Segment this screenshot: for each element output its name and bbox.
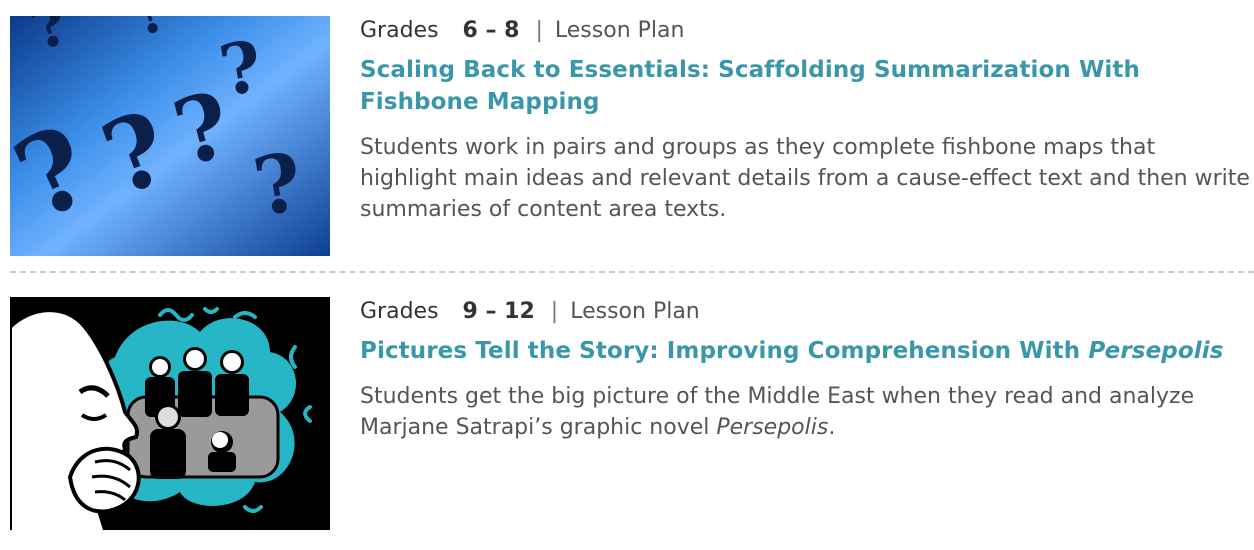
lesson-title-text: Pictures Tell the Story: Improving Compr… [360, 338, 1089, 364]
lesson-title-link[interactable]: Pictures Tell the Story: Improving Compr… [360, 335, 1250, 367]
question-marks-image[interactable]: ? ? ? ? ? ? ? [10, 16, 330, 256]
resource-type: Lesson Plan [554, 18, 685, 43]
lesson-title-link[interactable]: Scaling Back to Essentials: Scaffolding … [360, 54, 1250, 118]
grades-label: Grades [360, 18, 439, 43]
lesson-item: ? ? ? ? ? ? ? Grades 6 – 8 | Lesson Plan Sc… [0, 0, 1254, 270]
lesson-title-italic: Persepolis [1088, 338, 1224, 364]
grades-range: 9 – 12 [462, 299, 535, 324]
lesson-meta: Grades 6 – 8 | Lesson Plan [360, 16, 1250, 46]
persepolis-illustration-image[interactable] [10, 297, 330, 530]
lesson-item: Grades 9 – 12 | Lesson Plan Pictures Tell t… [0, 280, 1254, 550]
grades-label: Grades [360, 299, 439, 324]
divider [10, 271, 1254, 273]
lesson-meta: Grades 9 – 12 | Lesson Plan [360, 297, 1250, 327]
meta-separator: | [535, 18, 543, 43]
resource-type: Lesson Plan [570, 299, 700, 324]
description-italic: Persepolis [716, 415, 829, 440]
grades-range: 6 – 8 [462, 18, 520, 43]
description-end: . [828, 415, 836, 440]
lesson-description: Students work in pairs and groups as the… [360, 135, 1250, 222]
lesson-description: Students get the big picture of the Midd… [360, 381, 1250, 443]
meta-separator: | [550, 299, 559, 324]
